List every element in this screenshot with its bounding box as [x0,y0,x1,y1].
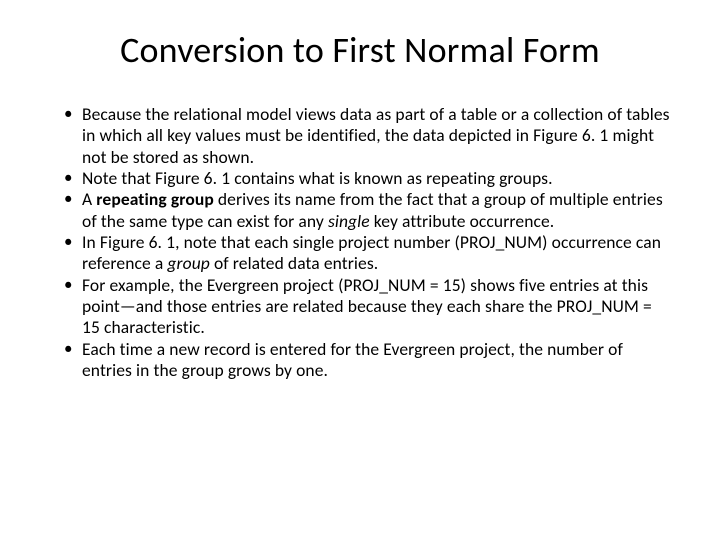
slide-title: Conversion to First Normal Form [50,28,670,72]
bullet-text-part: For example, the Evergreen project (PROJ… [82,274,652,339]
bullet-text-part: group [167,252,209,274]
bullet-text-part: single [328,210,370,232]
bullet-text-part: A [82,188,96,210]
bullet-text-part: repeating group [96,188,214,210]
bullet-item: Because the relational model views data … [60,104,670,168]
bullet-item: A repeating group derives its name from … [60,189,670,232]
slide-container: Conversion to First Normal Form Because … [0,0,720,540]
bullet-text-part: Each time a new record is entered for th… [82,338,623,381]
bullet-text-part: of related data entries. [210,252,378,274]
slide-content: Because the relational model views data … [50,104,670,381]
bullet-text-part: key attribute occurrence. [370,210,555,232]
bullet-item: Note that Figure 6. 1 contains what is k… [60,168,670,189]
bullet-item: Each time a new record is entered for th… [60,339,670,382]
bullet-item: In Figure 6. 1, note that each single pr… [60,232,670,275]
bullet-text-part: Because the relational model views data … [82,103,670,168]
bullet-list: Because the relational model views data … [60,104,670,381]
bullet-item: For example, the Evergreen project (PROJ… [60,275,670,339]
bullet-text-part: Note that Figure 6. 1 contains what is k… [82,167,553,189]
